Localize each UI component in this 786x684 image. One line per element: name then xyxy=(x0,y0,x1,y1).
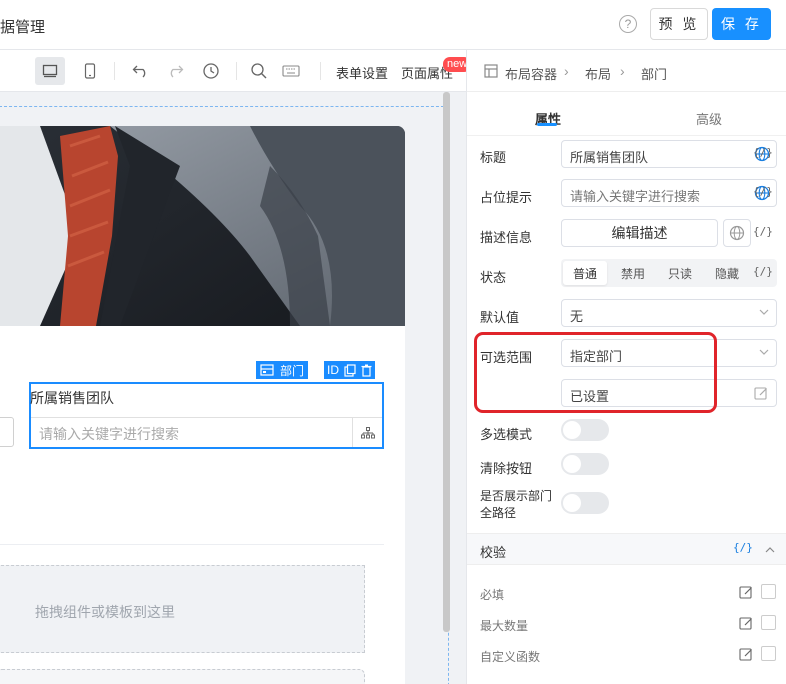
globe-icon xyxy=(729,225,745,241)
validation-required-label: 必填 xyxy=(480,588,505,602)
redo-icon[interactable] xyxy=(163,59,187,83)
chevron-up-icon[interactable] xyxy=(764,545,776,555)
edit-description-button[interactable]: 编辑描述 xyxy=(561,219,718,247)
validation-max-label: 最大数量 xyxy=(480,619,529,633)
chevron-down-icon xyxy=(759,349,769,355)
full-path-toggle[interactable] xyxy=(561,492,609,514)
active-tab-indicator xyxy=(537,123,557,126)
desktop-view-icon[interactable] xyxy=(35,57,65,85)
description-globe-button[interactable] xyxy=(723,219,751,247)
designer-toolbar: 表单设置 页面属性 xyxy=(0,50,466,92)
status-segmented: 普通 禁用 只读 隐藏 xyxy=(561,259,777,287)
clear-button-label: 清除按钮 xyxy=(480,461,533,476)
save-button[interactable]: 保 存 xyxy=(712,8,771,40)
breadcrumb-item-layout[interactable]: 布局 xyxy=(585,64,611,83)
app-header: 据管理 ? 预 览 保 存 xyxy=(0,0,786,50)
status-option-normal[interactable]: 普通 xyxy=(573,265,597,282)
clear-button-toggle[interactable] xyxy=(561,453,609,475)
highlight-box xyxy=(474,332,717,413)
edit-icon[interactable] xyxy=(739,616,753,630)
breadcrumb-item-container[interactable]: 布局容器 xyxy=(505,64,557,83)
preview-button[interactable]: 预 览 xyxy=(650,8,708,40)
validation-custom-label: 自定义函数 xyxy=(480,650,541,664)
placeholder-label: 占位提示 xyxy=(480,190,533,205)
canvas-outline xyxy=(0,106,449,684)
status-option-disabled[interactable]: 禁用 xyxy=(621,265,645,282)
default-value: 无 xyxy=(570,309,584,324)
multi-select-label: 多选模式 xyxy=(480,427,533,442)
form-settings-link[interactable]: 表单设置 xyxy=(336,63,388,82)
full-path-label: 是否展示部门 全路径 xyxy=(480,489,553,520)
description-code-button[interactable]: {/} xyxy=(753,225,773,238)
tab-advanced[interactable]: 高级 xyxy=(696,109,722,128)
chevron-right-icon: › xyxy=(564,63,569,79)
status-code-button[interactable]: {/} xyxy=(753,265,773,278)
description-label: 描述信息 xyxy=(480,230,533,245)
status-label: 状态 xyxy=(480,270,507,285)
validation-section-header[interactable]: 校验 {/} xyxy=(467,533,786,565)
validation-title: 校验 xyxy=(480,545,507,560)
validation-code-button[interactable]: {/} xyxy=(733,541,753,554)
placeholder-code-button[interactable]: {/} xyxy=(753,185,773,198)
max-count-checkbox[interactable] xyxy=(761,615,776,630)
default-label: 默认值 xyxy=(480,310,520,325)
multi-select-toggle[interactable] xyxy=(561,419,609,441)
title-code-button[interactable]: {/} xyxy=(753,146,773,159)
placeholder-value: 请输入关键字进行搜索 xyxy=(570,189,701,204)
status-option-readonly[interactable]: 只读 xyxy=(668,265,692,282)
layout-icon xyxy=(484,64,498,78)
custom-function-checkbox[interactable] xyxy=(761,646,776,661)
edit-icon[interactable] xyxy=(739,647,753,661)
design-canvas[interactable]: 部门 ID 所属销售团队 请输入关键字进行搜索 拖拽组件或模板到这里 xyxy=(0,92,466,684)
edit-icon[interactable] xyxy=(739,585,753,599)
title-label: 标题 xyxy=(480,150,507,165)
canvas-scrollbar[interactable] xyxy=(443,92,450,632)
breadcrumb: 布局容器 › 布局 › 部门 xyxy=(467,50,786,92)
page-title: 据管理 xyxy=(0,19,46,36)
required-checkbox[interactable] xyxy=(761,584,776,599)
history-icon[interactable] xyxy=(199,59,223,83)
placeholder-input[interactable]: 请输入关键字进行搜索 xyxy=(561,179,777,207)
breadcrumb-item-department[interactable]: 部门 xyxy=(641,64,667,83)
chevron-right-icon: › xyxy=(620,63,625,79)
default-select[interactable]: 无 xyxy=(561,299,777,327)
keyboard-icon[interactable] xyxy=(279,59,303,83)
title-input[interactable]: 所属销售团队 xyxy=(561,140,777,168)
mobile-view-icon[interactable] xyxy=(78,59,102,83)
title-value: 所属销售团队 xyxy=(570,150,649,165)
chevron-down-icon xyxy=(759,309,769,315)
undo-icon[interactable] xyxy=(129,59,153,83)
search-icon[interactable] xyxy=(247,59,271,83)
edit-icon[interactable] xyxy=(754,386,768,400)
panel-tabs: 属性 高级 xyxy=(467,92,786,136)
status-option-hidden[interactable]: 隐藏 xyxy=(715,265,739,282)
help-icon[interactable]: ? xyxy=(619,15,637,33)
